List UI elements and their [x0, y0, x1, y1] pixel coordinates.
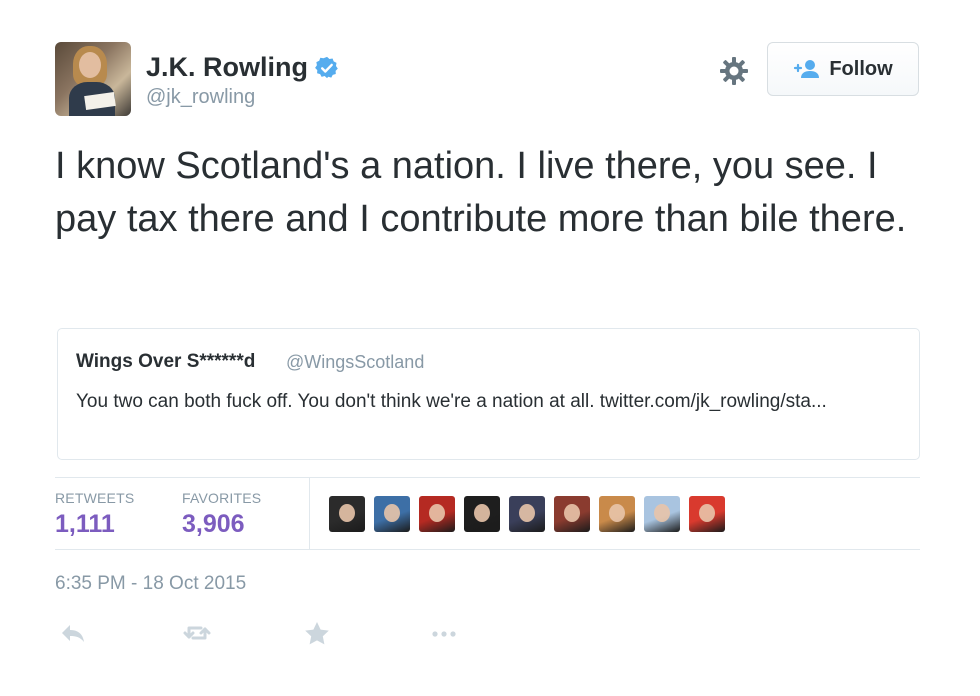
follow-button-label: Follow [829, 57, 893, 80]
author-name[interactable]: J.K. Rowling [146, 52, 308, 83]
favoriter-avatar[interactable] [329, 496, 365, 532]
tweet-timestamp[interactable]: 6:35 PM - 18 Oct 2015 [55, 573, 246, 595]
more-icon[interactable] [429, 620, 459, 646]
retweets-label[interactable]: RETWEETS [55, 490, 134, 506]
favoriter-avatar[interactable] [509, 496, 545, 532]
favoriter-avatar[interactable] [374, 496, 410, 532]
reply-icon[interactable] [58, 620, 88, 646]
quoted-tweet-card[interactable]: Wings Over S******d @WingsScotland You t… [57, 328, 920, 460]
retweet-icon[interactable] [182, 620, 212, 646]
favoriter-avatars [329, 496, 725, 532]
quoted-tweet-text: You two can both fuck off. You don't thi… [76, 391, 827, 412]
favoriter-avatar[interactable] [464, 496, 500, 532]
favorites-label[interactable]: FAVORITES [182, 490, 261, 506]
stats-vertical-divider [309, 477, 310, 549]
gear-icon[interactable] [719, 56, 749, 86]
stats-top-divider [55, 477, 920, 478]
follow-button[interactable]: Follow [767, 42, 919, 96]
tweet-text: I know Scotland's a nation. I live there… [55, 145, 907, 240]
retweets-count[interactable]: 1,111 [55, 510, 115, 539]
favoriter-avatar[interactable] [419, 496, 455, 532]
favoriter-avatar[interactable] [599, 496, 635, 532]
favorite-icon[interactable] [302, 620, 332, 646]
favorites-count[interactable]: 3,906 [182, 510, 245, 539]
favoriter-avatar[interactable] [689, 496, 725, 532]
quoted-tweet-author-handle: @WingsScotland [286, 352, 425, 372]
add-user-icon [794, 60, 820, 78]
favoriter-avatar[interactable] [554, 496, 590, 532]
author-avatar[interactable] [55, 42, 131, 116]
author-handle[interactable]: @jk_rowling [146, 86, 255, 109]
verified-badge-icon [315, 56, 338, 79]
favoriter-avatar[interactable] [644, 496, 680, 532]
quoted-tweet-author-name: Wings Over S******d [76, 351, 256, 372]
stats-bottom-divider [55, 549, 920, 550]
